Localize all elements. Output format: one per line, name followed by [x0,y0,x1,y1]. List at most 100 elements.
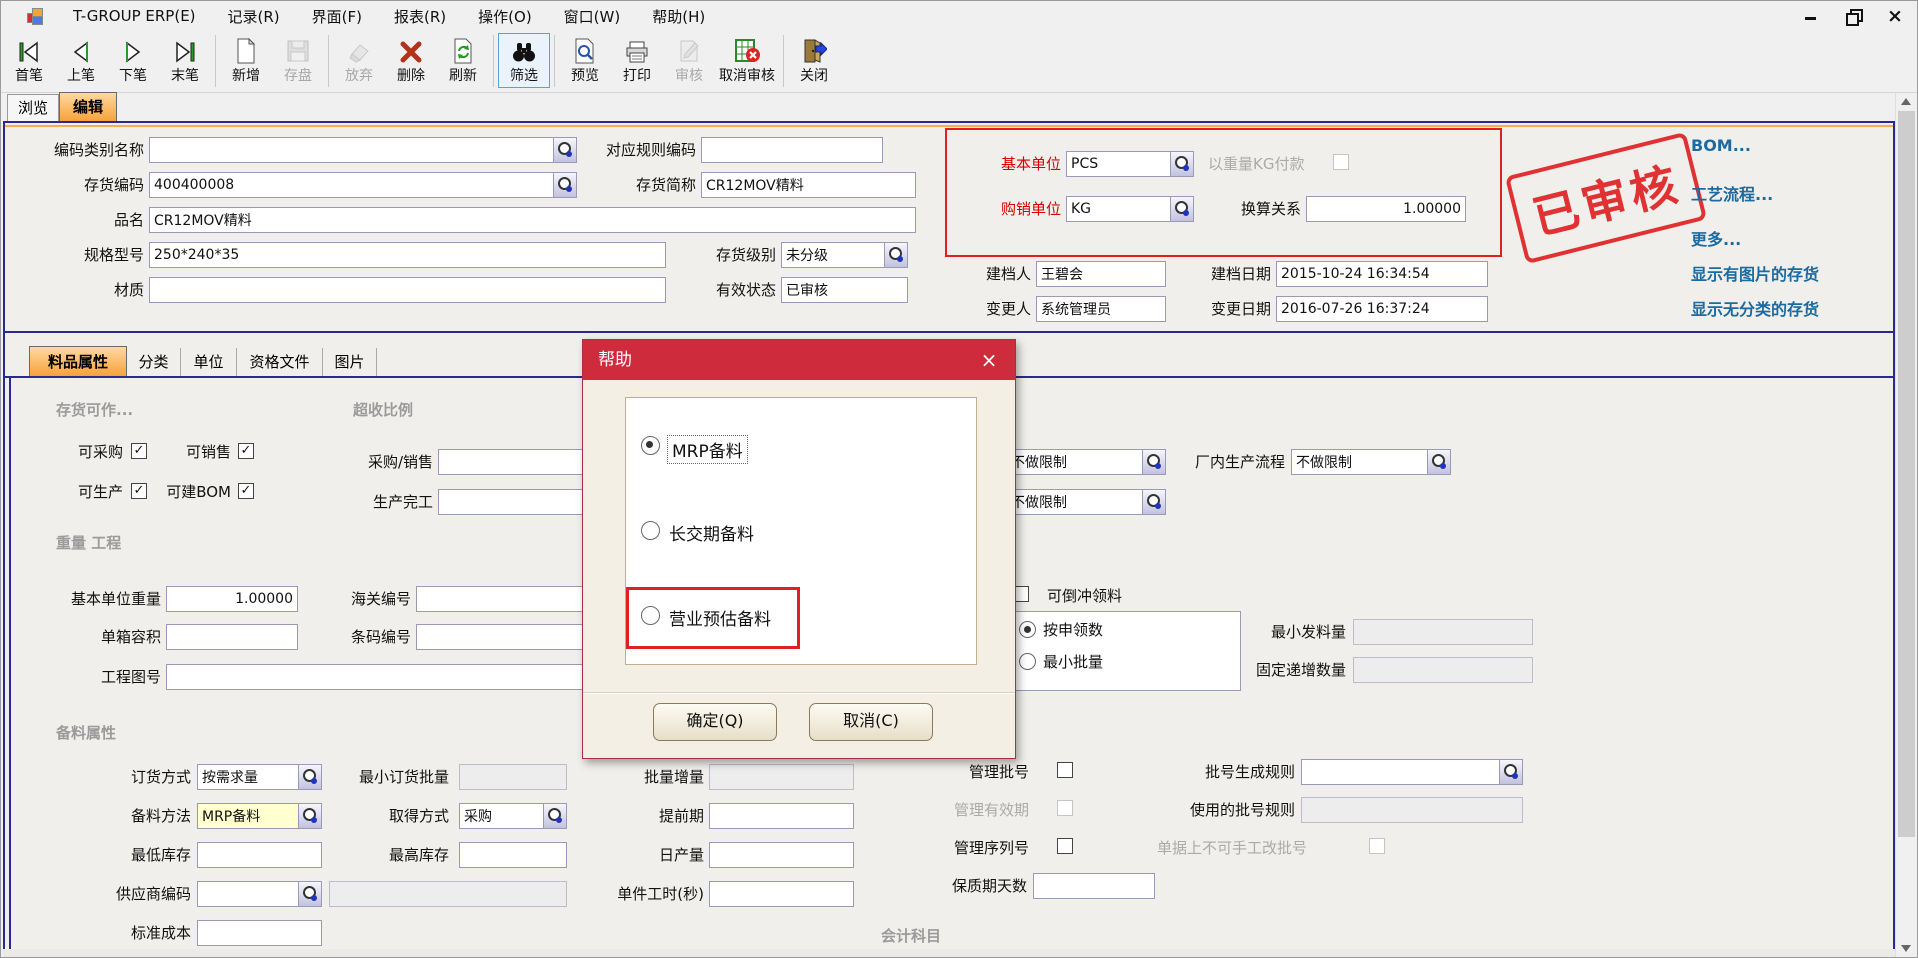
base-weight-input[interactable] [167,587,297,611]
menu-tgroup-erp[interactable]: T-GROUP ERP(E) [57,7,212,25]
trade-unit-input[interactable] [1067,197,1170,221]
toolbar-audit-button[interactable]: 审核 [663,33,715,88]
toolbar-prev-button[interactable]: 上笔 [55,33,107,88]
lookup-icon[interactable] [553,173,576,197]
tab-browse[interactable]: 浏览 [7,94,59,121]
lookup-icon[interactable] [1170,197,1193,221]
toolbar-refresh-button[interactable]: 刷新 [437,33,489,88]
prep-method-input[interactable] [198,804,298,828]
lookup-icon[interactable] [884,243,907,267]
inv-level-input[interactable] [782,243,884,267]
menu-operation[interactable]: 操作(O) [462,6,548,27]
menu-help[interactable]: 帮助(H) [636,6,721,27]
scroll-up-icon[interactable] [1901,98,1911,105]
max-stock-input[interactable] [460,843,566,867]
tab-qualification-files[interactable]: 资格文件 [237,348,323,376]
lookup-icon[interactable] [298,882,321,906]
item-abbr-input[interactable] [702,173,915,197]
issue-min-batch-radio[interactable] [1019,653,1036,670]
menu-record[interactable]: 记录(R) [212,6,296,27]
supplier-code-input[interactable] [198,882,298,906]
unit-hours-input[interactable] [710,882,853,906]
spec-input[interactable] [150,243,665,267]
box-volume-input[interactable] [167,625,297,649]
menu-report[interactable]: 报表(R) [378,6,462,27]
lookup-icon[interactable] [543,804,566,828]
lookup-icon[interactable] [298,804,321,828]
no-manual-batch-checkbox[interactable] [1369,838,1385,854]
link-show-unclassified[interactable]: 显示无分类的存货 [1691,296,1819,320]
option-mrp-label[interactable]: MRP备料 [667,435,748,464]
dialog-close-icon[interactable]: × [975,340,1003,380]
factory-flow-input[interactable] [1292,450,1427,474]
menu-interface[interactable]: 界面(F) [296,6,378,27]
dialog-cancel-button[interactable]: 取消(C) [809,703,933,741]
toolbar-cancel-audit-button[interactable]: 取消审核 [715,33,779,88]
batch-rule-input[interactable] [1302,760,1499,784]
toolbar-first-button[interactable]: 首笔 [3,33,55,88]
tab-units[interactable]: 单位 [181,348,237,376]
flow-restriction-input-1[interactable] [1007,450,1142,474]
base-unit-input[interactable] [1067,152,1170,176]
min-stock-input[interactable] [198,843,321,867]
lookup-icon[interactable] [1142,450,1165,474]
lookup-icon[interactable] [1142,490,1165,514]
can-purchase-checkbox[interactable] [131,443,147,459]
link-more[interactable]: 更多... [1691,226,1741,250]
pay-by-weight-checkbox[interactable] [1333,154,1349,170]
option-long-lead-radio[interactable] [641,521,660,540]
toolbar-preview-button[interactable]: 预览 [559,33,611,88]
toolbar-save-button[interactable]: 存盘 [272,33,324,88]
lead-time-input[interactable] [710,804,853,828]
toolbar-delete-button[interactable]: 删除 [385,33,437,88]
toolbar-new-button[interactable]: 新增 [220,33,272,88]
option-sales-forecast-radio[interactable] [641,606,660,625]
conversion-input[interactable] [1307,197,1465,221]
link-process-flow[interactable]: 工艺流程... [1691,181,1773,205]
can-produce-checkbox[interactable] [131,483,147,499]
manage-batch-checkbox[interactable] [1057,762,1073,778]
can-bom-checkbox[interactable] [238,483,254,499]
toolbar-next-button[interactable]: 下笔 [107,33,159,88]
vertical-scrollbar[interactable] [1895,93,1917,958]
option-long-lead-label[interactable]: 长交期备料 [669,520,754,545]
std-cost-input[interactable] [198,921,321,945]
lookup-icon[interactable] [298,765,321,789]
link-bom[interactable]: BOM... [1691,136,1751,155]
close-window-button[interactable]: × [1887,8,1903,24]
daily-output-input[interactable] [710,843,853,867]
tab-edit[interactable]: 编辑 [59,92,117,121]
rule-code-input[interactable] [702,138,882,162]
lookup-icon[interactable] [553,138,576,162]
minimize-button[interactable] [1803,8,1819,24]
scrollbar-thumb[interactable] [1898,111,1915,837]
tab-classification[interactable]: 分类 [127,348,181,376]
lookup-icon[interactable] [1170,152,1193,176]
option-mrp-radio[interactable] [641,436,660,455]
order-mode-input[interactable] [198,765,298,789]
manage-validity-checkbox[interactable] [1057,800,1073,816]
toolbar-print-button[interactable]: 打印 [611,33,663,88]
lookup-icon[interactable] [1427,450,1450,474]
scroll-down-icon[interactable] [1901,945,1911,952]
toolbar-abandon-button[interactable]: 放弃 [333,33,385,88]
item-code-input[interactable] [150,173,553,197]
toolbar-last-button[interactable]: 末笔 [159,33,211,88]
toolbar-filter-button[interactable]: 筛选 [498,33,550,88]
issue-by-request-radio[interactable] [1019,621,1036,638]
tab-item-attributes[interactable]: 料品属性 [29,346,127,376]
manage-serial-checkbox[interactable] [1057,838,1073,854]
restore-button[interactable] [1845,8,1861,24]
code-category-input[interactable] [150,138,553,162]
lookup-icon[interactable] [1499,760,1522,784]
flow-restriction-input-2[interactable] [1007,490,1142,514]
dialog-ok-button[interactable]: 确定(Q) [653,703,777,741]
option-sales-forecast-label[interactable]: 营业预估备料 [669,605,771,630]
tab-images[interactable]: 图片 [323,348,377,376]
acquire-mode-input[interactable] [460,804,543,828]
toolbar-close-button[interactable]: 关闭 [788,33,840,88]
shelf-days-input[interactable] [1034,874,1154,898]
item-name-input[interactable] [150,208,915,232]
link-show-with-images[interactable]: 显示有图片的存货 [1691,261,1819,285]
can-sell-checkbox[interactable] [238,443,254,459]
